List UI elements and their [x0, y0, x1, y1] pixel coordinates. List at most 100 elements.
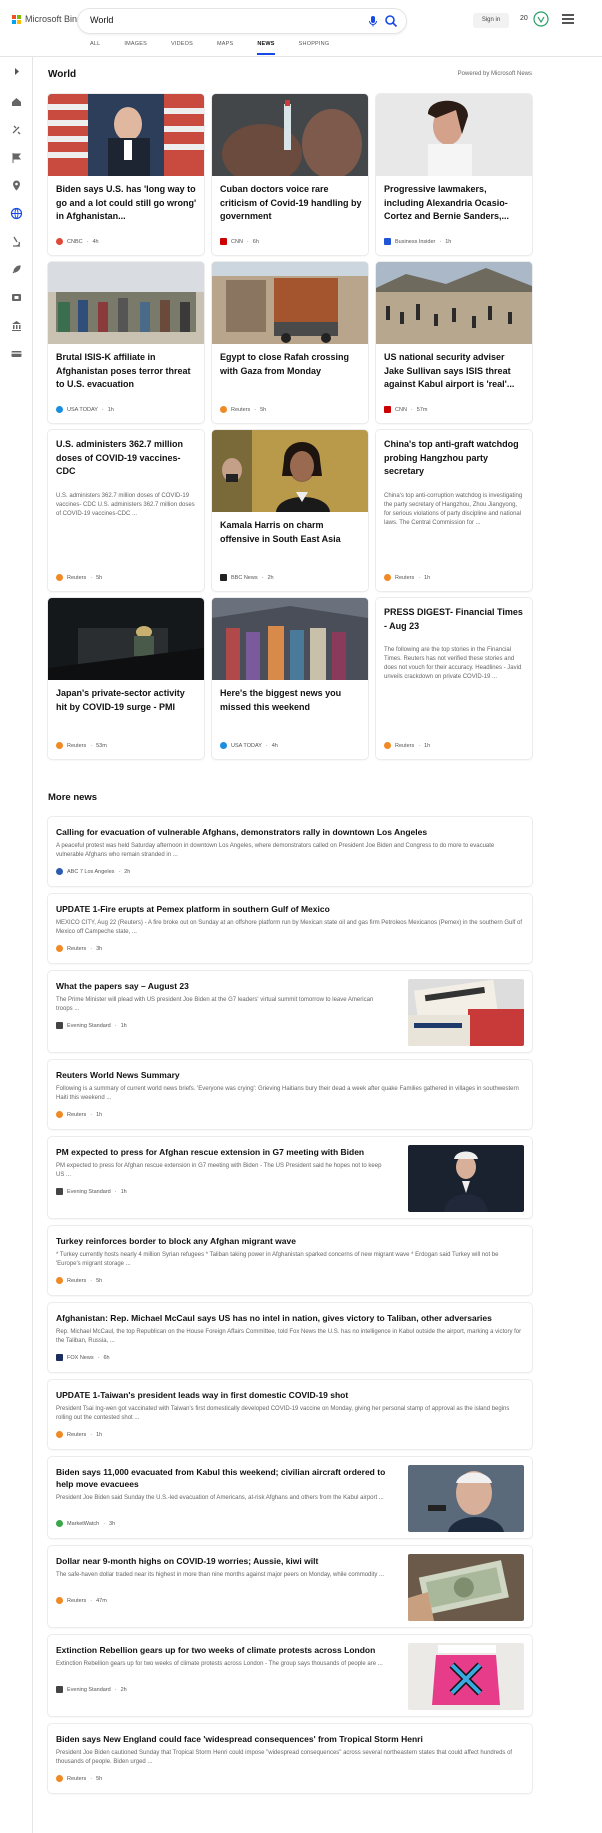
scope-news[interactable]: NEWS [257, 41, 275, 55]
scope-maps[interactable]: MAPS [217, 41, 233, 55]
provider-logo-icon [56, 1597, 63, 1604]
more-news-headline[interactable]: Turkey reinforces border to block any Af… [56, 1235, 296, 1247]
sign-in-button[interactable]: Sign in [473, 13, 509, 28]
card-title[interactable]: Brutal ISIS-K affiliate in Afghanistan p… [56, 351, 198, 392]
section-title: World [48, 69, 77, 80]
more-news-headline[interactable]: Afghanistan: Rep. Michael McCaul says US… [56, 1312, 492, 1324]
card-image [212, 598, 368, 680]
building-icon[interactable] [10, 319, 23, 332]
card-provider: Reuters · 5h [220, 406, 266, 413]
rocket-icon[interactable] [10, 263, 23, 276]
more-news-provider: Reuters · 5h [56, 1775, 102, 1782]
more-news-headline[interactable]: Dollar near 9-month highs on COVID-19 wo… [56, 1555, 318, 1567]
card-title[interactable]: Japan's private-sector activity hit by C… [56, 687, 198, 714]
card-title[interactable]: Biden says U.S. has 'long way to go and … [56, 183, 198, 224]
more-news-headline[interactable]: PM expected to press for Afghan rescue e… [56, 1146, 364, 1158]
news-card[interactable]: Brutal ISIS-K affiliate in Afghanistan p… [48, 262, 204, 423]
more-news-item[interactable]: UPDATE 1-Fire erupts at Pemex platform i… [48, 894, 532, 963]
card-title[interactable]: Egypt to close Rafah crossing with Gaza … [220, 351, 362, 378]
home-icon[interactable] [10, 95, 23, 108]
more-news-item[interactable]: Reuters World News Summary Following is … [48, 1060, 532, 1129]
provider-logo-icon [384, 574, 391, 581]
more-news-snippet: President Joe Biden cautioned Sunday tha… [56, 1750, 513, 1765]
news-card[interactable]: Here's the biggest news you missed this … [212, 598, 368, 759]
provider-logo-icon [384, 742, 391, 749]
news-card[interactable]: Japan's private-sector activity hit by C… [48, 598, 204, 759]
chevron-right-icon[interactable] [10, 65, 23, 78]
more-news-item[interactable]: Afghanistan: Rep. Michael McCaul says US… [48, 1303, 532, 1372]
scope-all[interactable]: ALL [90, 41, 100, 55]
more-news-item[interactable]: UPDATE 1-Taiwan's president leads way in… [48, 1380, 532, 1449]
more-news-item[interactable]: Extinction Rebellion gears up for two we… [48, 1635, 532, 1716]
brand-name: Microsoft Bing [25, 14, 83, 24]
news-card[interactable]: PRESS DIGEST- Financial Times - Aug 23 T… [376, 598, 532, 759]
search-box[interactable]: World [78, 9, 406, 33]
news-card[interactable]: Cuban doctors voice rare criticism of Co… [212, 94, 368, 255]
search-icon[interactable] [384, 14, 398, 28]
more-news-provider: Reuters · 1h [56, 1431, 102, 1438]
card-provider: Business Insider · 1h [384, 238, 451, 245]
rewards-medal-icon[interactable] [533, 11, 549, 27]
more-news-provider: Evening Standard · 2h [56, 1686, 127, 1693]
more-news-headline[interactable]: UPDATE 1-Taiwan's president leads way in… [56, 1389, 348, 1401]
card-title[interactable]: Progressive lawmakers, including Alexand… [384, 183, 526, 224]
scope-images[interactable]: IMAGES [124, 41, 147, 55]
more-news-snippet: The safe-haven dollar traded near its hi… [56, 1572, 385, 1578]
more-news-item[interactable]: Calling for evacuation of vulnerable Afg… [48, 817, 532, 886]
news-card[interactable]: Progressive lawmakers, including Alexand… [376, 94, 532, 255]
microscope-icon[interactable] [10, 235, 23, 248]
card-title[interactable]: US national security adviser Jake Sulliv… [384, 351, 526, 392]
more-news-headline[interactable]: What the papers say – August 23 [56, 980, 189, 992]
news-card[interactable]: U.S. administers 362.7 million doses of … [48, 430, 204, 591]
more-news-item[interactable]: Turkey reinforces border to block any Af… [48, 1226, 532, 1295]
more-news-item[interactable]: Dollar near 9-month highs on COVID-19 wo… [48, 1546, 532, 1627]
card-provider: CNN · 6h [220, 238, 259, 245]
more-news-thumbnail [408, 1145, 524, 1212]
search-input[interactable]: World [90, 15, 113, 25]
location-icon[interactable] [10, 179, 23, 192]
flag-icon[interactable] [10, 151, 23, 164]
card-title[interactable]: China's top anti-graft watchdog probing … [384, 438, 526, 479]
more-news-thumbnail [408, 1465, 524, 1532]
bing-logo[interactable]: Microsoft Bing [12, 14, 82, 24]
rewards-points[interactable]: 20 [520, 15, 528, 22]
more-news-item[interactable]: What the papers say – August 23 The Prim… [48, 971, 532, 1052]
provider-logo-icon [56, 1277, 63, 1284]
news-card[interactable]: Kamala Harris on charm offensive in Sout… [212, 430, 368, 591]
provider-logo-icon [56, 1188, 63, 1195]
scope-videos[interactable]: VIDEOS [171, 41, 193, 55]
card-title[interactable]: Here's the biggest news you missed this … [220, 687, 362, 714]
card-provider: Reuters · 1h [384, 742, 430, 749]
powered-by[interactable]: Powered by Microsoft News [458, 71, 532, 77]
more-news-provider: Evening Standard · 1h [56, 1188, 127, 1195]
more-news-provider: ABC 7 Los Angeles · 2h [56, 868, 130, 875]
more-news-headline[interactable]: Biden says New England could face 'wides… [56, 1733, 423, 1745]
card-image [212, 430, 368, 512]
more-news-item[interactable]: Biden says New England could face 'wides… [48, 1724, 532, 1793]
card-image [376, 94, 532, 176]
more-news-item[interactable]: PM expected to press for Afghan rescue e… [48, 1137, 532, 1218]
film-icon[interactable] [10, 291, 23, 304]
card-title[interactable]: Cuban doctors voice rare criticism of Co… [220, 183, 362, 224]
card-title[interactable]: PRESS DIGEST- Financial Times - Aug 23 [384, 606, 526, 633]
news-card[interactable]: Biden says U.S. has 'long way to go and … [48, 94, 204, 255]
more-news-headline[interactable]: UPDATE 1-Fire erupts at Pemex platform i… [56, 903, 330, 915]
globe-icon[interactable] [10, 207, 23, 220]
card-title[interactable]: U.S. administers 362.7 million doses of … [56, 438, 198, 479]
card-title[interactable]: Kamala Harris on charm offensive in Sout… [220, 519, 362, 546]
news-card[interactable]: China's top anti-graft watchdog probing … [376, 430, 532, 591]
tools-icon[interactable] [10, 123, 23, 136]
more-news-headline[interactable]: Reuters World News Summary [56, 1069, 180, 1081]
microphone-icon[interactable] [366, 14, 380, 28]
more-news-item[interactable]: Biden says 11,000 evacuated from Kabul t… [48, 1457, 532, 1538]
more-news-provider: Reuters · 3h [56, 945, 102, 952]
money-icon[interactable] [10, 347, 23, 360]
scope-shopping[interactable]: SHOPPING [299, 41, 330, 55]
hamburger-menu-icon[interactable] [562, 14, 574, 24]
news-card[interactable]: US national security adviser Jake Sulliv… [376, 262, 532, 423]
card-image [376, 262, 532, 344]
news-card[interactable]: Egypt to close Rafah crossing with Gaza … [212, 262, 368, 423]
more-news-headline[interactable]: Calling for evacuation of vulnerable Afg… [56, 826, 427, 838]
more-news-headline[interactable]: Extinction Rebellion gears up for two we… [56, 1644, 375, 1656]
more-news-headline[interactable]: Biden says 11,000 evacuated from Kabul t… [56, 1466, 394, 1490]
